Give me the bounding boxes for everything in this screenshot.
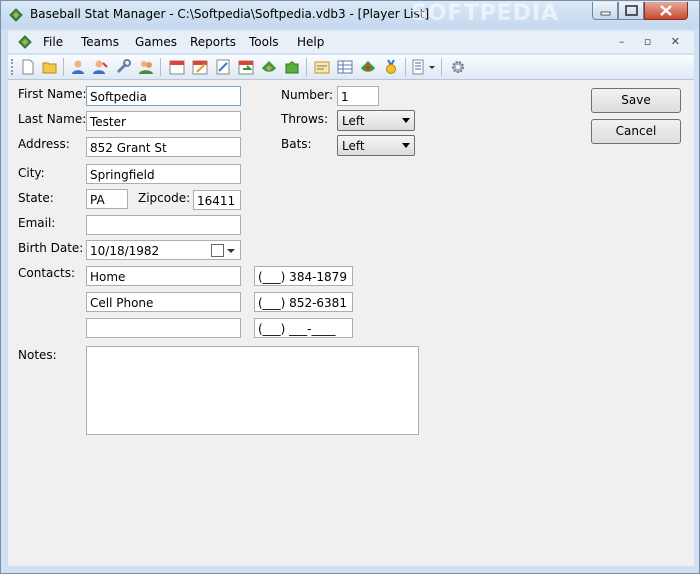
notes-textarea[interactable]	[86, 346, 419, 435]
mdi-controls[interactable]: – ▫ ✕	[619, 35, 688, 48]
player-edit-icon[interactable]	[92, 59, 108, 75]
zipcode-field[interactable]: 16411	[193, 190, 241, 210]
window-title: Baseball Stat Manager - C:\Softpedia\Sof…	[30, 7, 430, 21]
chevron-down-icon	[402, 118, 410, 123]
state-label: State:	[18, 191, 54, 205]
birth-date-value: 10/18/1982	[90, 244, 160, 258]
watermark: SOFTPEDIA	[411, 1, 560, 26]
toolbar-separator	[160, 58, 161, 76]
bats-select[interactable]: Left	[337, 135, 415, 156]
save-button[interactable]: Save	[591, 88, 681, 113]
close-button[interactable]	[644, 2, 688, 20]
throws-value: Left	[342, 114, 365, 128]
address-field[interactable]: 852 Grant St	[86, 137, 241, 157]
baseball-field-icon	[9, 8, 23, 22]
zipcode-label: Zipcode:	[138, 191, 191, 205]
document-field-icon[interactable]	[17, 34, 33, 50]
address-label: Address:	[18, 137, 70, 151]
contact-phone-field[interactable]: (___) 384-1879	[254, 266, 353, 286]
minimize-icon	[600, 11, 611, 16]
throws-label: Throws:	[281, 112, 329, 126]
minimize-button[interactable]	[592, 2, 618, 20]
number-label: Number:	[281, 88, 334, 102]
last-name-field[interactable]: Tester	[86, 111, 241, 131]
team-icon[interactable]	[138, 59, 154, 75]
tools-icon[interactable]	[115, 59, 131, 75]
menu-teams[interactable]: Teams	[81, 35, 119, 49]
medal-icon[interactable]	[383, 59, 399, 75]
menu-tools[interactable]: Tools	[249, 35, 279, 49]
contact-name-field[interactable]: Home	[86, 266, 241, 286]
email-label: Email:	[18, 216, 56, 230]
player-form: First Name: Softpedia Last Name: Tester …	[8, 80, 694, 566]
bats-value: Left	[342, 139, 365, 153]
bats-label: Bats:	[281, 137, 312, 151]
app-window: Baseball Stat Manager - C:\Softpedia\Sof…	[0, 0, 700, 574]
open-icon[interactable]	[42, 59, 58, 75]
menu-bar: File Teams Games Reports Tools Help – ▫ …	[8, 31, 694, 53]
maximize-icon	[625, 5, 638, 16]
settings-icon[interactable]	[450, 59, 466, 75]
schedule-edit-icon[interactable]	[192, 59, 208, 75]
contact-phone-field[interactable]: (___) 852-6381	[254, 292, 353, 312]
chevron-down-icon[interactable]	[227, 249, 235, 253]
field-icon[interactable]	[261, 59, 277, 75]
cancel-button[interactable]: Cancel	[591, 119, 681, 144]
calendar-icon[interactable]	[169, 59, 185, 75]
number-field[interactable]: 1	[337, 86, 379, 106]
view-dropdown-icon[interactable]	[412, 59, 428, 75]
first-name-label: First Name:	[18, 87, 87, 101]
calendar-icon[interactable]	[211, 244, 224, 257]
toolbar-separator	[405, 58, 406, 76]
contact-name-field[interactable]	[86, 318, 241, 338]
puzzle-icon[interactable]	[284, 59, 300, 75]
report-icon[interactable]	[314, 59, 330, 75]
notes-edit-icon[interactable]	[215, 59, 231, 75]
toolbar-grip[interactable]	[11, 59, 15, 75]
toolbar-separator	[306, 58, 307, 76]
menu-games[interactable]: Games	[135, 35, 177, 49]
menu-file[interactable]: File	[43, 35, 63, 49]
calendar-arrow-icon[interactable]	[238, 59, 254, 75]
player-icon[interactable]	[70, 59, 86, 75]
birth-date-label: Birth Date:	[18, 241, 84, 255]
close-icon	[660, 5, 672, 16]
field-stat-icon[interactable]	[360, 59, 376, 75]
email-field[interactable]	[86, 215, 241, 235]
first-name-field[interactable]: Softpedia	[86, 86, 241, 106]
menu-help[interactable]: Help	[297, 35, 324, 49]
notes-label: Notes:	[18, 348, 57, 362]
contact-name-field[interactable]: Cell Phone	[86, 292, 241, 312]
contacts-label: Contacts:	[18, 266, 75, 280]
grid-icon[interactable]	[337, 59, 353, 75]
toolbar	[8, 55, 694, 80]
new-icon[interactable]	[20, 59, 36, 75]
throws-select[interactable]: Left	[337, 110, 415, 131]
last-name-label: Last Name:	[18, 112, 87, 126]
city-label: City:	[18, 166, 45, 180]
maximize-button[interactable]	[618, 2, 644, 20]
toolbar-separator	[441, 58, 442, 76]
menu-reports[interactable]: Reports	[190, 35, 236, 49]
toolbar-separator	[63, 58, 64, 76]
city-field[interactable]: Springfield	[86, 164, 241, 184]
chevron-down-icon	[402, 143, 410, 148]
contact-phone-field[interactable]: (___) ___-____	[254, 318, 353, 338]
birth-date-picker[interactable]: 10/18/1982	[86, 240, 241, 260]
title-bar[interactable]: Baseball Stat Manager - C:\Softpedia\Sof…	[1, 1, 699, 29]
chevron-down-icon[interactable]	[428, 59, 436, 75]
state-field[interactable]: PA	[86, 189, 128, 209]
